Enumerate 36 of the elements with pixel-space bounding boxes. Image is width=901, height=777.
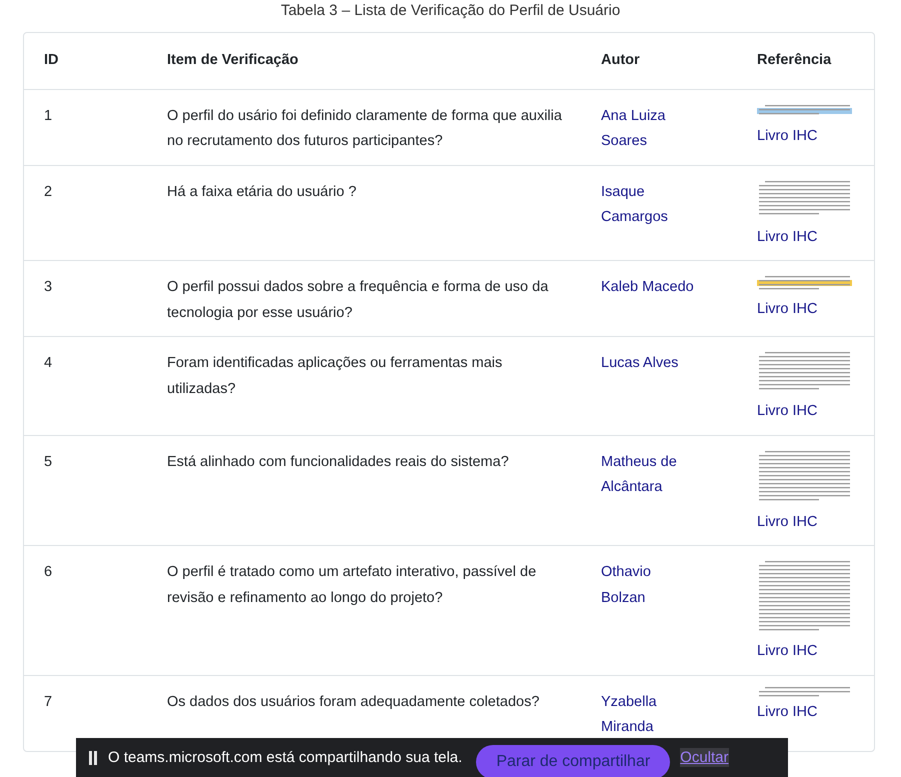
author-link[interactable]: Ana Luiza Soares	[601, 104, 697, 154]
column-header: Item de Verificação	[166, 51, 300, 70]
checklist-item-text: Os dados dos usuários foram adequadamente coletados?	[167, 694, 540, 710]
row-id: 5	[44, 454, 52, 470]
author-link[interactable]: Othavio Bolzan	[601, 560, 697, 611]
reference-link[interactable]: Livro IHC	[757, 224, 818, 250]
checklist-item-text: Foram identificadas aplicações ou ferramentas mais utilizadas?	[167, 355, 502, 396]
author-link[interactable]: Kaleb Macedo	[601, 275, 697, 300]
author-link[interactable]: Isaque Camargos	[601, 180, 697, 230]
author-link[interactable]: Lucas Alves	[601, 351, 697, 376]
share-message: O teams.microsoft.com está compartilhando sua tela.	[108, 749, 462, 766]
checklist-item-text: O perfil é tratado como um artefato interativo, passível de revisão e refinamento ao longo do projeto?	[167, 564, 536, 606]
reference-link[interactable]: Livro IHC	[757, 510, 818, 535]
reference-link[interactable]: Livro IHC	[757, 639, 818, 664]
reference-link[interactable]: Livro IHC	[757, 297, 818, 322]
hide-link[interactable]: Ocultar	[680, 748, 729, 767]
checklist-item-text: Há a faixa etária do usuário ?	[167, 184, 356, 200]
reference-link[interactable]: Livro IHC	[757, 700, 818, 725]
reference-link[interactable]: Livro IHC	[757, 399, 818, 424]
column-header: ID	[43, 51, 60, 70]
author-link[interactable]: Matheus de Alcântara	[601, 450, 697, 500]
row-id: 2	[44, 184, 52, 200]
column-header: Autor	[600, 51, 641, 70]
checklist-item-text: O perfil do usário foi definido claramente de forma que auxilia no recrutamento dos futuros participantes?	[167, 108, 562, 149]
row-id: 6	[44, 564, 52, 580]
row-id: 4	[44, 355, 52, 371]
table-caption: Tabela 3 – Lista de Verificação do Perfil de Usuário	[280, 1, 622, 21]
row-id: 3	[44, 279, 52, 295]
checklist-item-text: Está alinhado com funcionalidades reais do sistema?	[167, 454, 509, 470]
row-id: 1	[44, 108, 52, 124]
column-header: Referência	[756, 51, 832, 70]
author-link[interactable]: Yzabella Miranda	[601, 690, 697, 740]
pause-icon[interactable]	[88, 750, 98, 764]
reference-link[interactable]: Livro IHC	[757, 124, 818, 149]
checklist-item-text: O perfil possui dados sobre a frequência e forma de uso da tecnologia por esse usuário?	[167, 279, 548, 320]
row-id: 7	[44, 694, 52, 710]
